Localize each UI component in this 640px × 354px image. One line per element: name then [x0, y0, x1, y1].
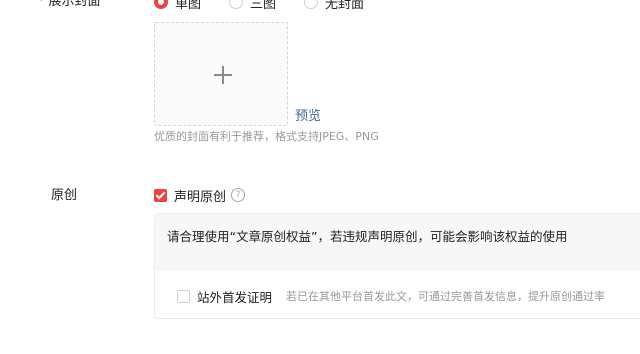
radio-no-cover[interactable]: 无封面: [304, 0, 364, 12]
radio-label: 无封面: [325, 0, 365, 12]
notice-text: 请合理使用“文章原创权益”，若违规声明原创，可能会影响该权益的使用: [167, 229, 568, 244]
radio-three-images[interactable]: 三图: [229, 0, 276, 12]
cover-hint: 优质的封面有利于推荐，格式支持JPEG、PNG: [154, 130, 379, 143]
first-publish-hint: 若已在其他平台首发此文，可通过完善首发信息，提升原创通过率: [286, 290, 606, 303]
first-publish-label[interactable]: 站外首发证明: [197, 287, 272, 306]
radio-label: 单图: [175, 0, 202, 12]
declare-original-label[interactable]: 声明原创: [174, 186, 226, 205]
notice-banner: 请合理使用“文章原创权益”，若违规声明原创，可能会影响该权益的使用: [155, 214, 640, 271]
radio-label: 三图: [250, 0, 277, 12]
declare-original: 声明原创 ?: [154, 186, 246, 205]
original-label: 原创: [51, 188, 78, 203]
radio-single-image[interactable]: 单图: [154, 0, 201, 12]
radio-checked-icon: [154, 0, 168, 9]
first-publish-checkbox[interactable]: [177, 289, 190, 303]
plus-icon: [214, 66, 232, 84]
declare-original-checkbox[interactable]: [154, 188, 167, 202]
article-settings-form: * 展示封面 单图 三图 无封面 预览 优质的封面有利于推荐，格式支持JPEG、P…: [0, 0, 640, 354]
required-mark: *: [38, 0, 45, 9]
cover-label: * 展示封面: [38, 0, 101, 11]
radio-unchecked-icon: [229, 0, 244, 9]
cover-upload-button[interactable]: [154, 22, 288, 126]
help-icon[interactable]: ?: [231, 188, 246, 202]
preview-link[interactable]: 预览: [295, 108, 321, 126]
radio-unchecked-icon: [304, 0, 319, 9]
cover-label-text: 展示封面: [48, 0, 101, 9]
cover-radio-group: 单图 三图 无封面: [154, 0, 392, 12]
first-publish-row: 站外首发证明 若已在其他平台首发此文，可通过完善首发信息，提升原创通过率: [177, 287, 605, 305]
original-notice-panel: 请合理使用“文章原创权益”，若违规声明原创，可能会影响该权益的使用 站外首发证明…: [154, 213, 640, 319]
